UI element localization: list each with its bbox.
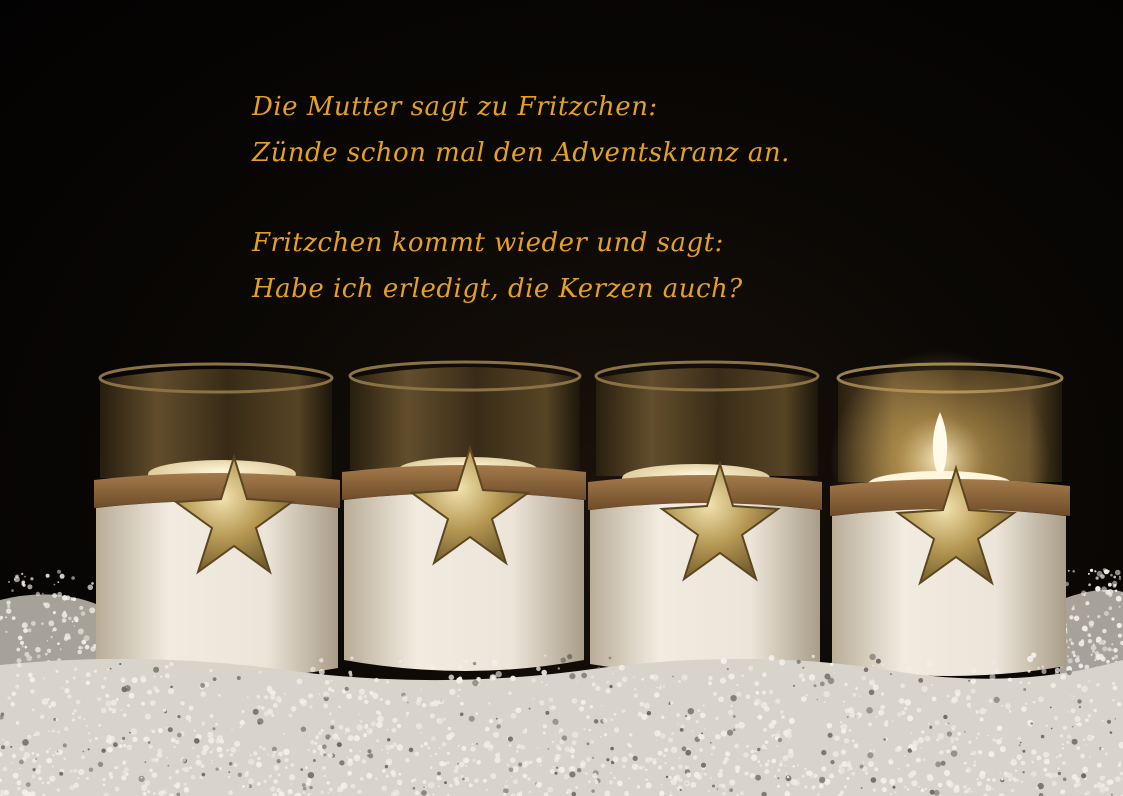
- candle-holder-2: [342, 360, 586, 671]
- joke-line-4: Habe ich erledigt, die Kerzen auch?: [252, 274, 743, 304]
- joke-line-3: Fritzchen kommt wieder und sagt:: [252, 228, 724, 258]
- advent-scene: Die Mutter sagt zu Fritzchen: Zünde scho…: [0, 0, 1123, 796]
- joke-text: Die Mutter sagt zu Fritzchen: Zünde scho…: [252, 84, 790, 312]
- joke-line-1: Die Mutter sagt zu Fritzchen:: [252, 92, 658, 122]
- candle-holder-1: [94, 362, 340, 679]
- candle-holder-4: [830, 350, 1070, 676]
- joke-line-2: Zünde schon mal den Adventskranz an.: [252, 138, 790, 168]
- joke-spacer: [252, 176, 790, 220]
- candle-holder-3: [588, 360, 822, 674]
